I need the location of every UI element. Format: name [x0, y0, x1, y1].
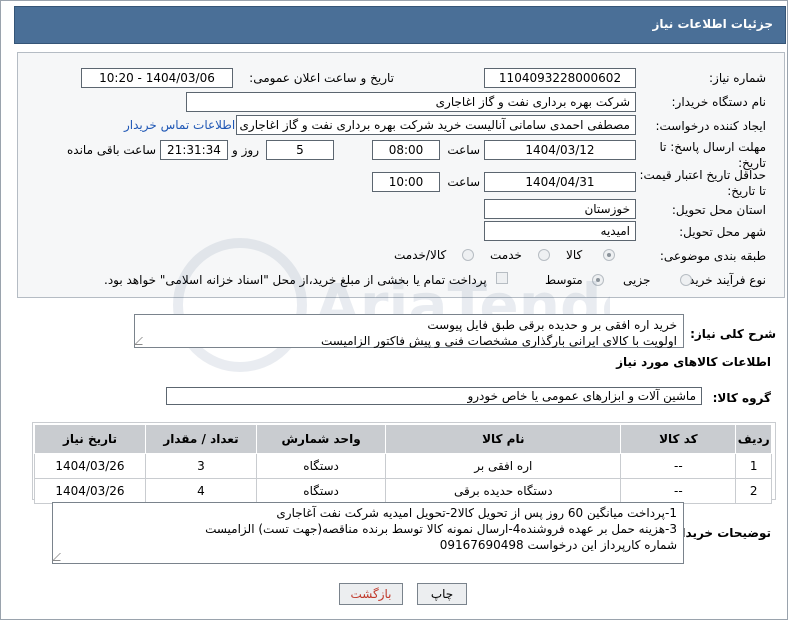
reply-days-field: 5 — [266, 140, 334, 160]
category-both-radio[interactable] — [462, 249, 474, 261]
description-label: شرح کلی نیاز: — [690, 327, 776, 341]
validity-time-label: ساعت — [447, 175, 480, 189]
province-label: استان محل تحویل: — [671, 203, 766, 217]
print-button[interactable]: چاپ — [417, 583, 467, 605]
reply-time-label: ساعت — [447, 143, 480, 157]
buyer-org-label: نام دستگاه خریدار: — [671, 95, 767, 109]
page-title: جزئیات اطلاعات نیاز — [652, 17, 773, 31]
province-field: خوزستان — [484, 199, 636, 219]
col-qty-header: تعداد / مقدار — [145, 424, 257, 454]
table-row: 2 -- دستگاه حدیده برقی دستگاه 4 1404/03/… — [34, 478, 772, 504]
days-and-label: روز و — [232, 143, 259, 157]
cell-qty: 3 — [145, 453, 257, 479]
notes-line-3: شماره کارپرداز این درخواست 09167690498 — [439, 538, 677, 552]
col-unit-header: واحد شمارش — [255, 424, 387, 454]
cell-name: اره افقی بر — [385, 453, 622, 479]
table-header-row: ردیف کد کالا نام کالا واحد شمارش تعداد /… — [34, 424, 772, 454]
buyer-notes-textarea[interactable]: 1-پرداخت میانگین 60 روز پس از تحویل کالا… — [52, 502, 684, 564]
col-row-header: ردیف — [735, 424, 772, 454]
notes-line-2: 3-هزینه حمل بر عهده فروشنده4-ارسال نمونه… — [205, 522, 677, 536]
goods-group-label: گروه کالا: — [712, 391, 771, 405]
validity-time-field: 10:00 — [372, 172, 440, 192]
price-validity-label: حداقل تاریخ اعتبار قیمت: تا تاریخ: — [639, 168, 766, 198]
city-label: شهر محل تحویل: — [679, 225, 766, 239]
description-line-2: اولویت با کالای ایرانی بارگذاری مشخصات ف… — [320, 334, 677, 348]
cell-unit: دستگاه — [255, 478, 387, 504]
cell-row: 2 — [735, 478, 772, 504]
buyer-contact-link[interactable]: اطلاعات تماس خریدار — [124, 118, 235, 132]
goods-info-heading: اطلاعات کالاهای مورد نیاز — [616, 355, 771, 369]
cell-code: -- — [620, 453, 737, 479]
need-number-field: 1104093228000602 — [484, 68, 636, 88]
treasury-payment-note: پرداخت تمام یا بخشی از مبلغ خرید،از محل … — [104, 273, 487, 287]
category-both-label: کالا/خدمت — [394, 248, 447, 262]
cell-unit: دستگاه — [255, 453, 387, 479]
category-goods-radio[interactable] — [603, 249, 615, 261]
need-number-label: شماره نیاز: — [709, 71, 766, 85]
page-header: جزئیات اطلاعات نیاز — [14, 6, 786, 44]
remaining-label: ساعت باقی مانده — [67, 143, 157, 157]
col-date-header: تاریخ نیاز — [34, 424, 146, 454]
requester-field: مصطفی احمدی سامانی آنالیست خرید شرکت بهر… — [236, 115, 636, 135]
category-goods-label: کالا — [566, 248, 583, 262]
category-label: طبقه بندی موضوعی: — [659, 249, 766, 263]
cell-row: 1 — [735, 453, 772, 479]
city-field: امیدیه — [484, 221, 636, 241]
cell-qty: 4 — [145, 478, 257, 504]
reply-time-field: 08:00 — [372, 140, 440, 160]
cell-date: 1404/03/26 — [34, 478, 146, 504]
cell-date: 1404/03/26 — [34, 453, 146, 479]
items-table: ردیف کد کالا نام کالا واحد شمارش تعداد /… — [34, 424, 772, 504]
remaining-time-field: 21:31:34 — [160, 140, 228, 160]
reply-date-field: 1404/03/12 — [484, 140, 636, 160]
purchase-medium-radio[interactable] — [592, 274, 604, 286]
buyer-notes-label: توضیحات خریدار: — [669, 526, 771, 540]
table-row: 1 -- اره افقی بر دستگاه 3 1404/03/26 — [34, 453, 772, 479]
announce-datetime-label: تاریخ و ساعت اعلان عمومی: — [249, 71, 394, 85]
notes-line-1: 1-پرداخت میانگین 60 روز پس از تحویل کالا… — [276, 506, 677, 520]
purchase-minor-label: جزیی — [623, 273, 651, 287]
validity-date-field: 1404/04/31 — [484, 172, 636, 192]
purchase-medium-label: متوسط — [545, 273, 583, 287]
category-service-radio[interactable] — [538, 249, 550, 261]
purchase-type-label: نوع فرآیند خرید : — [681, 273, 766, 287]
announce-datetime-field: 1404/03/06 - 10:20 — [81, 68, 233, 88]
treasury-payment-checkbox[interactable] — [496, 272, 508, 284]
resize-grip-icon[interactable] — [52, 553, 68, 561]
buyer-org-field: شرکت بهره برداری نفت و گاز اغاجاری — [186, 92, 636, 112]
purchase-minor-radio[interactable] — [680, 274, 692, 286]
details-panel: شماره نیاز: 1104093228000602 تاریخ و ساع… — [17, 52, 785, 298]
cell-name: دستگاه حدیده برقی — [385, 478, 622, 504]
goods-group-field: ماشین آلات و ابزارهای عمومی یا خاص خودرو — [166, 387, 702, 405]
col-name-header: نام کالا — [385, 424, 622, 454]
col-code-header: کد کالا — [620, 424, 737, 454]
cell-code: -- — [620, 478, 737, 504]
requester-label: ایجاد کننده درخواست: — [655, 119, 766, 133]
category-service-label: خدمت — [490, 248, 522, 262]
description-line-1: خرید اره افقی بر و حدیده برقی طبق فایل پ… — [427, 318, 677, 332]
description-textarea[interactable]: خرید اره افقی بر و حدیده برقی طبق فایل پ… — [134, 314, 684, 348]
back-button[interactable]: بازگشت — [339, 583, 403, 605]
